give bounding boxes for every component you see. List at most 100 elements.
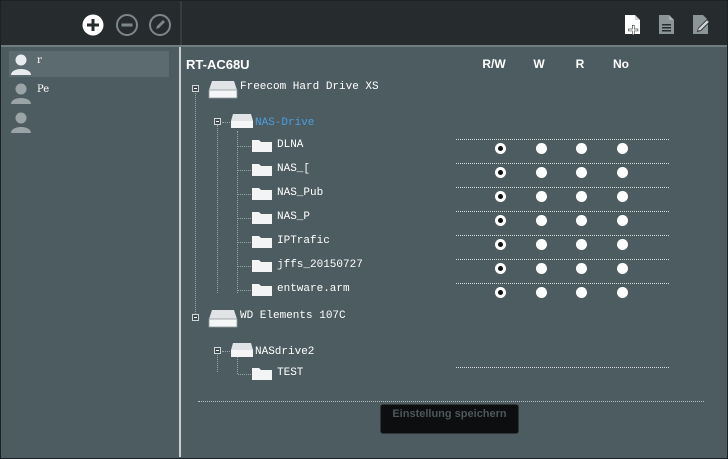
radio-no[interactable] bbox=[617, 215, 628, 226]
folder-name[interactable]: TEST bbox=[277, 367, 303, 379]
row-separator bbox=[456, 283, 669, 284]
user-list: r Pe bbox=[1, 47, 179, 457]
folder-icon bbox=[252, 284, 272, 296]
disk-partition-icon bbox=[231, 114, 253, 128]
folder-name[interactable]: NAS_Pub bbox=[277, 187, 323, 199]
radio-w[interactable] bbox=[536, 263, 547, 274]
user-item-3[interactable] bbox=[9, 109, 169, 135]
radio-rw[interactable] bbox=[495, 191, 506, 202]
toolbar bbox=[1, 1, 727, 45]
footer-separator bbox=[198, 401, 704, 402]
radio-rw[interactable] bbox=[495, 239, 506, 250]
folder-name[interactable]: NAS_P bbox=[277, 211, 310, 223]
row-separator bbox=[456, 163, 669, 164]
radio-no[interactable] bbox=[617, 143, 628, 154]
row-separator bbox=[456, 139, 669, 140]
radio-r[interactable] bbox=[576, 215, 587, 226]
column-header-rw: R/W bbox=[482, 57, 506, 71]
save-settings-button[interactable]: Einstellung speichern bbox=[380, 404, 519, 434]
partition-name[interactable]: NASdrive2 bbox=[255, 346, 314, 358]
tree-line bbox=[238, 146, 251, 147]
radio-no[interactable] bbox=[617, 239, 628, 250]
user-icon bbox=[11, 54, 31, 75]
row-separator bbox=[456, 235, 669, 236]
radio-no[interactable] bbox=[617, 167, 628, 178]
expand-toggle-partition-1[interactable] bbox=[214, 118, 221, 125]
folder-name[interactable]: jffs_20150727 bbox=[277, 259, 363, 271]
radio-rw[interactable] bbox=[495, 263, 506, 274]
tree-line bbox=[238, 218, 251, 219]
column-header-w: W bbox=[533, 57, 545, 71]
drive-name[interactable]: WD Elements 107C bbox=[240, 310, 346, 322]
row-separator bbox=[456, 367, 669, 368]
remove-user-icon[interactable] bbox=[115, 13, 139, 37]
radio-no[interactable] bbox=[617, 263, 628, 274]
tree-line bbox=[222, 351, 230, 352]
tree-line bbox=[238, 194, 251, 195]
radio-r[interactable] bbox=[576, 287, 587, 298]
disk-partition-icon bbox=[231, 343, 253, 357]
folder-icon bbox=[252, 236, 272, 248]
radio-no[interactable] bbox=[617, 287, 628, 298]
tree-line bbox=[238, 290, 251, 291]
edit-document-icon[interactable] bbox=[689, 13, 713, 37]
tree-line bbox=[217, 125, 218, 293]
radio-w[interactable] bbox=[536, 287, 547, 298]
folder-icon bbox=[252, 140, 272, 152]
row-separator bbox=[456, 259, 669, 260]
add-user-icon[interactable] bbox=[81, 13, 105, 37]
folder-name[interactable]: DLNA bbox=[277, 139, 303, 151]
folder-name[interactable]: entware.arm bbox=[277, 283, 350, 295]
folder-icon bbox=[252, 260, 272, 272]
tree-line bbox=[238, 242, 251, 243]
user-item-1[interactable]: r bbox=[9, 51, 169, 77]
user-name: r bbox=[37, 55, 42, 66]
radio-rw[interactable] bbox=[495, 167, 506, 178]
radio-w[interactable] bbox=[536, 143, 547, 154]
tree-line bbox=[237, 131, 238, 293]
folder-icon bbox=[252, 188, 272, 200]
folder-icon bbox=[252, 368, 272, 380]
radio-w[interactable] bbox=[536, 239, 547, 250]
hard-drive-icon bbox=[208, 81, 238, 99]
user-item-2[interactable]: Pe bbox=[9, 80, 169, 106]
radio-rw[interactable] bbox=[495, 287, 506, 298]
tree-line bbox=[195, 93, 196, 318]
row-separator bbox=[456, 211, 669, 212]
expand-toggle-drive-2[interactable] bbox=[192, 314, 199, 321]
radio-r[interactable] bbox=[576, 263, 587, 274]
drive-name[interactable]: Freecom Hard Drive XS bbox=[240, 81, 379, 93]
radio-rw[interactable] bbox=[495, 215, 506, 226]
column-header-r: R bbox=[575, 57, 585, 71]
document-icon[interactable] bbox=[655, 13, 679, 37]
user-icon bbox=[11, 112, 31, 133]
tree-line bbox=[222, 122, 230, 123]
tree-line bbox=[238, 266, 251, 267]
tree-line bbox=[237, 357, 238, 374]
radio-r[interactable] bbox=[576, 143, 587, 154]
row-separator bbox=[456, 187, 669, 188]
toolbar-separator bbox=[180, 1, 182, 45]
radio-r[interactable] bbox=[576, 239, 587, 250]
tree-line bbox=[238, 374, 251, 375]
router-name: RT-AC68U bbox=[186, 57, 250, 72]
expand-toggle-partition-2[interactable] bbox=[214, 347, 221, 354]
radio-w[interactable] bbox=[536, 167, 547, 178]
folder-icon bbox=[252, 212, 272, 224]
expand-toggle-drive-1[interactable] bbox=[192, 85, 199, 92]
radio-rw[interactable] bbox=[495, 143, 506, 154]
user-icon bbox=[11, 83, 31, 104]
radio-no[interactable] bbox=[617, 191, 628, 202]
edit-user-icon[interactable] bbox=[148, 13, 172, 37]
hard-drive-icon bbox=[208, 310, 238, 328]
folder-name[interactable]: IPTrafic bbox=[277, 235, 330, 247]
radio-w[interactable] bbox=[536, 191, 547, 202]
radio-r[interactable] bbox=[576, 191, 587, 202]
partition-name-highlighted[interactable]: NAS-Drive bbox=[255, 117, 314, 129]
tree-line bbox=[238, 170, 251, 171]
radio-r[interactable] bbox=[576, 167, 587, 178]
radio-w[interactable] bbox=[536, 215, 547, 226]
permission-panel: RT-AC68U R/W W R No Freecom Hard Drive X… bbox=[181, 47, 727, 457]
add-folder-icon[interactable] bbox=[621, 13, 645, 37]
folder-name[interactable]: NAS_[ bbox=[277, 163, 310, 175]
